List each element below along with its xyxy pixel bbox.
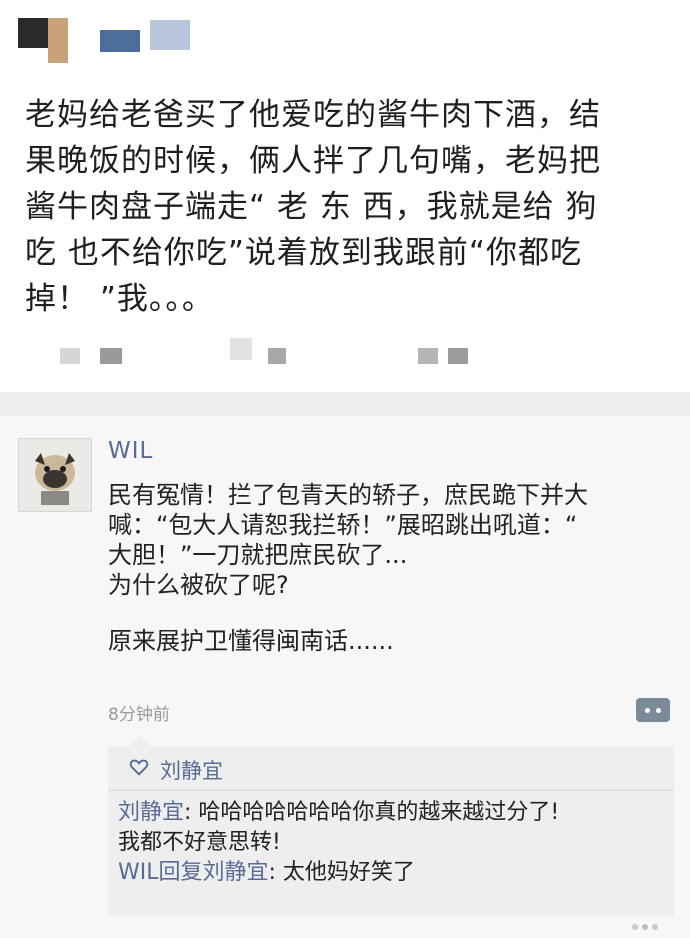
reply-author[interactable]: WIL回复刘静宜 <box>118 860 269 885</box>
reply-list: 刘静宜: 哈哈哈哈哈哈哈你真的越来越过分了! 我都不好意思转! WIL回复刘静宜… <box>118 798 668 888</box>
comment-line: 大胆！”一刀就把庶民砍了... <box>108 541 408 569</box>
comment-line: 民有冤情！拦了包青天的轿子，庶民跪下并大 <box>108 481 588 509</box>
likes-row: 刘静宜 <box>108 746 674 791</box>
comment-line: 喊：“包大人请恕我拦轿！”展昭跳出吼道：“ <box>108 511 578 539</box>
blurred-user-name <box>100 30 140 52</box>
reply-author[interactable]: 刘静宜 <box>118 800 184 825</box>
liker-name[interactable]: 刘静宜 <box>160 755 223 785</box>
blurred-footer <box>448 348 468 364</box>
blurred-footer <box>230 338 252 360</box>
blurred-footer <box>418 348 438 364</box>
heart-icon <box>129 759 149 776</box>
reply-text: 哈哈哈哈哈哈哈你真的越来越过分了! <box>198 800 560 825</box>
post-line: 老妈给老爸买了他爱吃的酱牛肉下酒，结 <box>25 97 601 133</box>
reply-text: 太他妈好笑了 <box>282 860 415 885</box>
card-separator <box>0 392 690 416</box>
comment-action-icon[interactable] <box>636 698 670 722</box>
reply-separator: : <box>268 860 283 885</box>
blurred-user-name-part <box>150 20 190 50</box>
post-line: 酱牛肉盘子端走“ 老 东 西，我就是给 狗 <box>25 189 598 225</box>
post-text: 老妈给老爸买了他爱吃的酱牛肉下酒，结 果晚饭的时候，俩人拌了几句嘴，老妈把 酱牛… <box>25 92 645 322</box>
comment-body: 民有冤情！拦了包青天的轿子，庶民跪下并大 喊：“包大人请恕我拦轿！”展昭跳出吼道… <box>108 480 678 656</box>
blurred-footer <box>268 348 286 364</box>
blurred-footer <box>100 348 122 364</box>
post-line: 果晚饭的时候，俩人拌了几句嘴，老妈把 <box>25 143 601 179</box>
top-post-card: 老妈给老爸买了他爱吃的酱牛肉下酒，结 果晚饭的时候，俩人拌了几句嘴，老妈把 酱牛… <box>0 0 690 392</box>
blurred-user-avatar <box>18 18 48 48</box>
comment-line: 为什么被砍了呢? <box>108 571 289 599</box>
likes-and-replies-box: 刘静宜 刘静宜: 哈哈哈哈哈哈哈你真的越来越过分了! 我都不好意思转! WIL回… <box>108 736 674 916</box>
post-line: 掉！ ”我。。。 <box>25 281 214 317</box>
blurred-footer <box>60 348 80 364</box>
reply-item[interactable]: 我都不好意思转! <box>118 828 668 858</box>
reply-item[interactable]: WIL回复刘静宜: 太他妈好笑了 <box>118 858 668 888</box>
username[interactable]: WIL <box>108 438 153 464</box>
timestamp: 8分钟前 <box>108 705 170 725</box>
avatar[interactable] <box>18 438 92 512</box>
reply-text: 我都不好意思转! <box>118 830 281 855</box>
post-line: 吃 也不给你吃”说着放到我跟前“你都吃 <box>25 235 582 271</box>
watermark-icon <box>632 924 658 930</box>
reply-item[interactable]: 刘静宜: 哈哈哈哈哈哈哈你真的越来越过分了! <box>118 798 668 828</box>
reply-separator: : <box>184 800 199 825</box>
moment-card: WIL 民有冤情！拦了包青天的轿子，庶民跪下并大 喊：“包大人请恕我拦轿！”展昭… <box>0 416 690 938</box>
blurred-user-avatar-part <box>48 18 68 63</box>
comment-line: 原来展护卫懂得闽南话...... <box>108 627 394 655</box>
